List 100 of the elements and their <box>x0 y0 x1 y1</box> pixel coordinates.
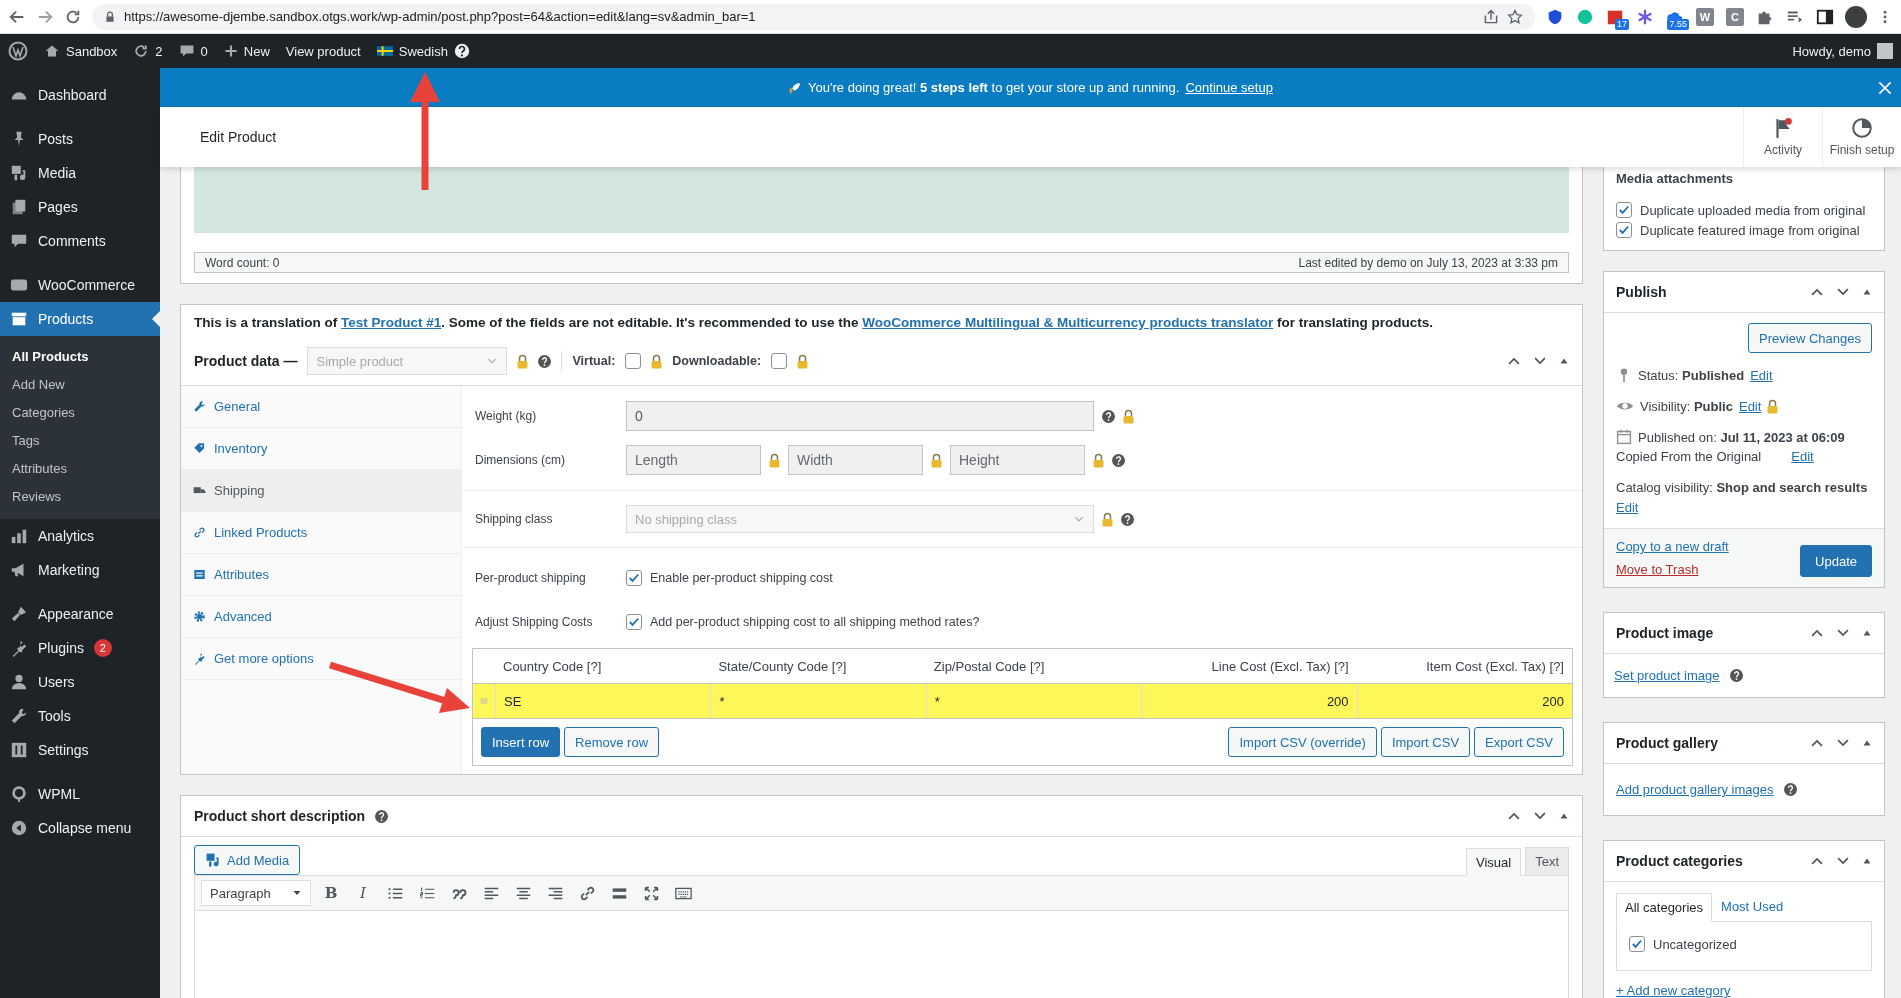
weight-input[interactable]: 0 <box>626 401 1094 431</box>
edit-link[interactable]: Edit <box>1616 500 1639 515</box>
bold-button[interactable]: B <box>319 881 343 905</box>
sidebar-menu-item[interactable]: Products <box>0 302 160 336</box>
submenu-item[interactable]: Categories <box>0 399 160 427</box>
help-icon[interactable] <box>1783 783 1797 796</box>
help-icon[interactable] <box>375 809 389 823</box>
new-menu[interactable]: New <box>223 43 270 59</box>
translator-link[interactable]: WooCommerce Multilingual & Multicurrency products translator <box>862 315 1274 330</box>
sidebar-menu-item[interactable]: Appearance <box>0 597 160 631</box>
page-title: Edit Product <box>200 129 278 145</box>
refresh-icon <box>133 43 150 59</box>
account-menu[interactable]: Howdy, demo <box>1792 43 1893 59</box>
sidebar-menu-item[interactable]: Comments <box>0 224 160 258</box>
collapse-icon <box>10 819 28 837</box>
submenu-item[interactable]: Reviews <box>0 483 160 511</box>
sidebar-menu-item[interactable]: Posts <box>0 122 160 156</box>
triangle-toggle-icon[interactable] <box>1862 856 1872 866</box>
submenu-item[interactable]: Attributes <box>0 455 160 483</box>
sidebar-menu-item[interactable]: Media <box>0 156 160 190</box>
preview-changes-button[interactable]: Preview Changes <box>1748 323 1872 353</box>
checkbox[interactable] <box>625 353 642 369</box>
lock-icon <box>1102 511 1113 527</box>
extension-button[interactable]: W <box>1696 7 1714 26</box>
add-gallery-link[interactable]: Add product gallery images <box>1616 782 1774 797</box>
checkbox[interactable] <box>771 353 788 369</box>
dimension-input[interactable]: Width <box>788 445 923 475</box>
language-menu[interactable]: Swedish <box>376 43 470 59</box>
triangle-toggle-icon[interactable] <box>1559 356 1569 366</box>
triangle-toggle-icon[interactable] <box>1862 628 1872 638</box>
dimension-input[interactable]: Height <box>950 445 1085 475</box>
extension-button[interactable]: C <box>1726 7 1744 26</box>
submenu-item[interactable]: All Products <box>0 343 160 371</box>
wrench-icon <box>10 707 28 725</box>
triangle-toggle-icon[interactable] <box>1862 287 1872 297</box>
triangle-toggle-icon[interactable] <box>1862 738 1872 748</box>
edit-link[interactable]: Edit <box>1791 449 1814 464</box>
set-image-link[interactable]: Set product image <box>1614 668 1720 683</box>
checkbox[interactable] <box>1616 202 1632 218</box>
triangle-toggle-icon[interactable] <box>1559 811 1569 821</box>
continue-setup-link[interactable]: Continue setup <box>1185 80 1273 95</box>
move-to-trash-link[interactable]: Move to Trash <box>1616 562 1729 577</box>
help-icon[interactable] <box>1121 512 1134 526</box>
profile-avatar[interactable] <box>1845 5 1867 28</box>
help-icon[interactable] <box>1102 409 1115 423</box>
product-data-tab[interactable]: Advanced <box>181 596 461 638</box>
submenu-item[interactable]: Add New <box>0 371 160 399</box>
category-tab[interactable]: Most Used <box>1712 892 1793 921</box>
edit-link[interactable]: Edit <box>1738 398 1762 414</box>
sidebar-menu-item[interactable]: Pages <box>0 190 160 224</box>
sidebar-menu-item[interactable]: Settings <box>0 733 160 767</box>
product-data-tab[interactable]: Shipping <box>181 470 461 512</box>
csv-button[interactable]: Export CSV <box>1474 727 1564 757</box>
product-data-tab[interactable]: Get more options <box>181 638 461 680</box>
sidebar-menu-item[interactable]: WooCommerce <box>0 268 160 302</box>
table-button[interactable]: Remove row <box>564 727 660 757</box>
update-button[interactable]: Update <box>1800 545 1872 577</box>
product-data-tab[interactable]: General <box>181 386 461 428</box>
checkbox[interactable] <box>1616 222 1632 238</box>
sidebar-menu-item[interactable]: Tools <box>0 699 160 733</box>
checkbox[interactable] <box>626 570 642 586</box>
checkbox-label: Duplicate uploaded media from original <box>1640 202 1866 218</box>
copy-draft-link[interactable]: Copy to a new draft <box>1616 539 1729 554</box>
add-category-link[interactable]: + Add new category <box>1616 983 1731 998</box>
category-tab[interactable]: All categories <box>1616 893 1713 922</box>
editor-tab[interactable]: Visual <box>1465 848 1522 876</box>
sidebar-menu-item[interactable]: Analytics <box>0 519 160 553</box>
sidebar-menu-item[interactable]: Users <box>0 665 160 699</box>
help-icon[interactable] <box>538 354 552 368</box>
lock-icon <box>104 10 116 23</box>
italic-button[interactable]: I <box>351 881 375 905</box>
add-media-button[interactable]: Add Media <box>194 845 301 875</box>
site-menu[interactable]: Sandbox <box>44 43 118 59</box>
sidebar-menu-item[interactable]: Marketing <box>0 553 160 587</box>
sidebar-menu-item[interactable]: Dashboard <box>0 78 160 112</box>
checkbox[interactable] <box>1629 936 1645 952</box>
home-icon <box>44 43 60 59</box>
table-button[interactable]: Insert row <box>481 727 561 757</box>
csv-button[interactable]: Import CSV (override) <box>1228 727 1377 757</box>
view-product-link[interactable]: View product <box>285 43 361 59</box>
comments-menu[interactable]: 0 <box>178 43 208 59</box>
sidebar-menu-item[interactable]: Collapse menu <box>0 811 160 845</box>
product-data-tab[interactable]: Linked Products <box>181 512 461 554</box>
sidebar-menu-item[interactable]: Plugins 2 <box>0 631 160 665</box>
csv-button[interactable]: Import CSV <box>1380 727 1471 757</box>
editor-tab[interactable]: Text <box>1525 847 1569 875</box>
cost-table-row[interactable]: SE * * 200 200 <box>473 683 1572 719</box>
sliders-icon <box>10 741 28 759</box>
product-data-tab[interactable]: Attributes <box>181 554 461 596</box>
updates-menu[interactable]: 2 <box>133 43 163 59</box>
checkbox[interactable] <box>626 614 642 630</box>
sidebar-menu-item[interactable]: WPML <box>0 777 160 811</box>
format-select[interactable]: Paragraph <box>201 880 311 906</box>
archive-box-icon <box>10 310 28 328</box>
address-bar[interactable]: https://awesome-djembe.sandbox.otgs.work/wp-admin/post.php?post=64&action=edit&lang=sv&admin_bar=1 <box>92 3 1535 30</box>
dimension-input[interactable]: Length <box>626 445 761 475</box>
edit-link[interactable]: Edit <box>1750 367 1773 383</box>
help-icon[interactable] <box>1729 669 1743 682</box>
help-icon[interactable] <box>1112 453 1125 467</box>
submenu-item[interactable]: Tags <box>0 427 160 455</box>
